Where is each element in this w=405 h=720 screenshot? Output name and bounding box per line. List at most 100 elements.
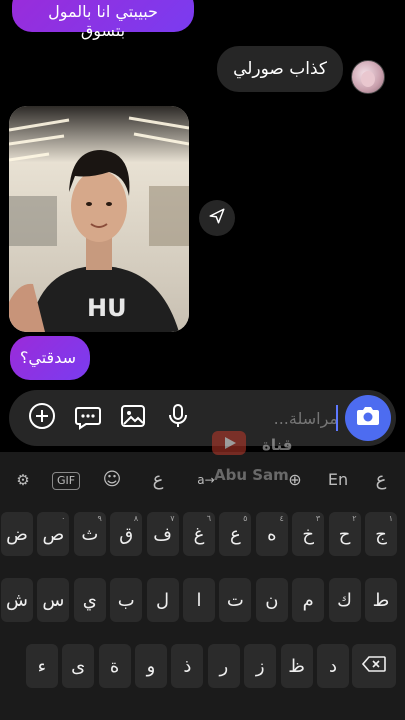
key-hint: ٤ [279, 514, 284, 523]
key[interactable]: ا [183, 578, 215, 622]
add-button[interactable] [25, 401, 59, 435]
settings-button[interactable]: ⚙ [8, 466, 38, 494]
key[interactable]: و [135, 644, 167, 688]
key[interactable]: ه٤ [255, 512, 288, 556]
plus-circle-icon [28, 402, 56, 434]
key-label: ك [337, 589, 353, 611]
key[interactable]: ء [25, 644, 58, 688]
key-hint: ٠ [61, 514, 66, 523]
svg-text:HU: HU [87, 294, 127, 322]
avatar[interactable] [351, 60, 385, 94]
incoming-message[interactable]: كذاب صورلي [217, 46, 343, 92]
key[interactable]: ج١ [365, 512, 397, 556]
key-label: د [328, 655, 337, 677]
key-hint: ٧ [170, 514, 175, 523]
gear-icon: ⚙ [16, 471, 30, 489]
key-label: ذ [183, 655, 192, 677]
keyboard: ⚙ GIF ☺ ع a→ ⊕ En ع ج١ح٢خ٣ه٤ع٥غ٦ف٧ق٨ث٩ص٠… [0, 452, 405, 720]
key-label: ظ [288, 655, 305, 677]
handwriting-button[interactable]: ع [143, 466, 173, 494]
globe-icon: ⊕ [288, 470, 302, 489]
message-input[interactable] [218, 404, 338, 432]
key[interactable]: ذ [171, 644, 204, 688]
backspace-key[interactable] [352, 644, 396, 688]
key-hint: ٨ [133, 514, 139, 523]
handwriting-icon: ع [152, 469, 164, 490]
key[interactable]: خ٣ [292, 512, 325, 556]
key[interactable]: س [37, 578, 70, 622]
key[interactable]: د [317, 644, 349, 688]
message-text: حبيبتي انا بالمول بتسوق [48, 2, 158, 40]
key-label: ت [226, 589, 244, 611]
key-label: ج [375, 523, 387, 545]
key[interactable]: ص٠ [37, 512, 70, 556]
key[interactable]: ش [1, 578, 33, 622]
key[interactable]: م [292, 578, 325, 622]
key[interactable]: ن [255, 578, 288, 622]
key-hint: ٩ [97, 514, 102, 523]
key[interactable]: ق٨ [110, 512, 143, 556]
key[interactable]: غ٦ [183, 512, 215, 556]
key-label: ء [37, 655, 47, 677]
watermark-title: قناة [262, 436, 293, 454]
key[interactable]: ث٩ [73, 512, 106, 556]
key-label: غ [193, 523, 205, 545]
message-composer [9, 390, 396, 446]
microphone-icon [164, 402, 192, 434]
key[interactable]: ف٧ [146, 512, 179, 556]
key-hint: ٣ [315, 514, 321, 523]
key[interactable]: ك [328, 578, 361, 622]
key[interactable]: ر [207, 644, 240, 688]
voice-button[interactable] [161, 401, 195, 435]
key[interactable]: ي [73, 578, 106, 622]
key-label: ي [82, 589, 97, 611]
key[interactable]: ط [365, 578, 397, 622]
gallery-button[interactable] [116, 401, 150, 435]
key[interactable]: ب [110, 578, 143, 622]
key-label: ل [156, 589, 170, 611]
key[interactable]: ع٥ [219, 512, 252, 556]
key-label: ى [71, 655, 86, 677]
key[interactable]: ى [62, 644, 95, 688]
key[interactable]: ت [219, 578, 252, 622]
send-icon [208, 207, 226, 229]
gif-button[interactable]: GIF [52, 472, 80, 490]
language-button[interactable]: En [323, 466, 353, 494]
key-label: خ [302, 523, 314, 545]
arabic-layout-label: ع [375, 469, 387, 490]
key-label: س [42, 589, 65, 611]
key-label: ش [6, 589, 28, 611]
key-hint: ٥ [243, 514, 248, 523]
key-label: ق [119, 523, 134, 545]
shared-photo[interactable]: HU [9, 106, 189, 332]
outgoing-message-top[interactable]: حبيبتي انا بالمول بتسوق [12, 0, 194, 40]
share-button[interactable] [199, 200, 235, 236]
key[interactable]: ظ [280, 644, 313, 688]
key[interactable]: ض [1, 512, 33, 556]
key-label: ص [42, 523, 65, 545]
key-label: ة [109, 655, 120, 677]
key-label: ح [338, 523, 351, 545]
key-label: ف [153, 523, 172, 545]
backspace-icon [361, 655, 386, 677]
text-caret [336, 405, 338, 431]
watermark-subtitle: Abu Sam [214, 466, 289, 484]
keyboard-toolbar: ⚙ GIF ☺ ع a→ ⊕ En ع [0, 452, 405, 508]
key-hint: ٢ [352, 514, 357, 523]
key[interactable]: ز [244, 644, 277, 688]
sticker-button[interactable] [71, 401, 105, 435]
language-label: En [327, 470, 349, 489]
key-hint: ٦ [206, 514, 211, 523]
key[interactable]: ة [98, 644, 131, 688]
arabic-layout-button[interactable]: ع [366, 466, 396, 494]
key-hint: ١ [388, 514, 393, 523]
emoji-button[interactable]: ☺ [97, 466, 127, 494]
key[interactable]: ح٢ [328, 512, 361, 556]
camera-button[interactable] [345, 395, 391, 441]
message-text: كذاب صورلي [233, 59, 327, 79]
key[interactable]: ل [146, 578, 179, 622]
key-label: ث [81, 523, 99, 545]
outgoing-message-bottom[interactable]: سدقتي؟ [10, 336, 90, 380]
message-text: سدقتي؟ [19, 348, 76, 367]
chat-dots-icon [74, 402, 102, 434]
